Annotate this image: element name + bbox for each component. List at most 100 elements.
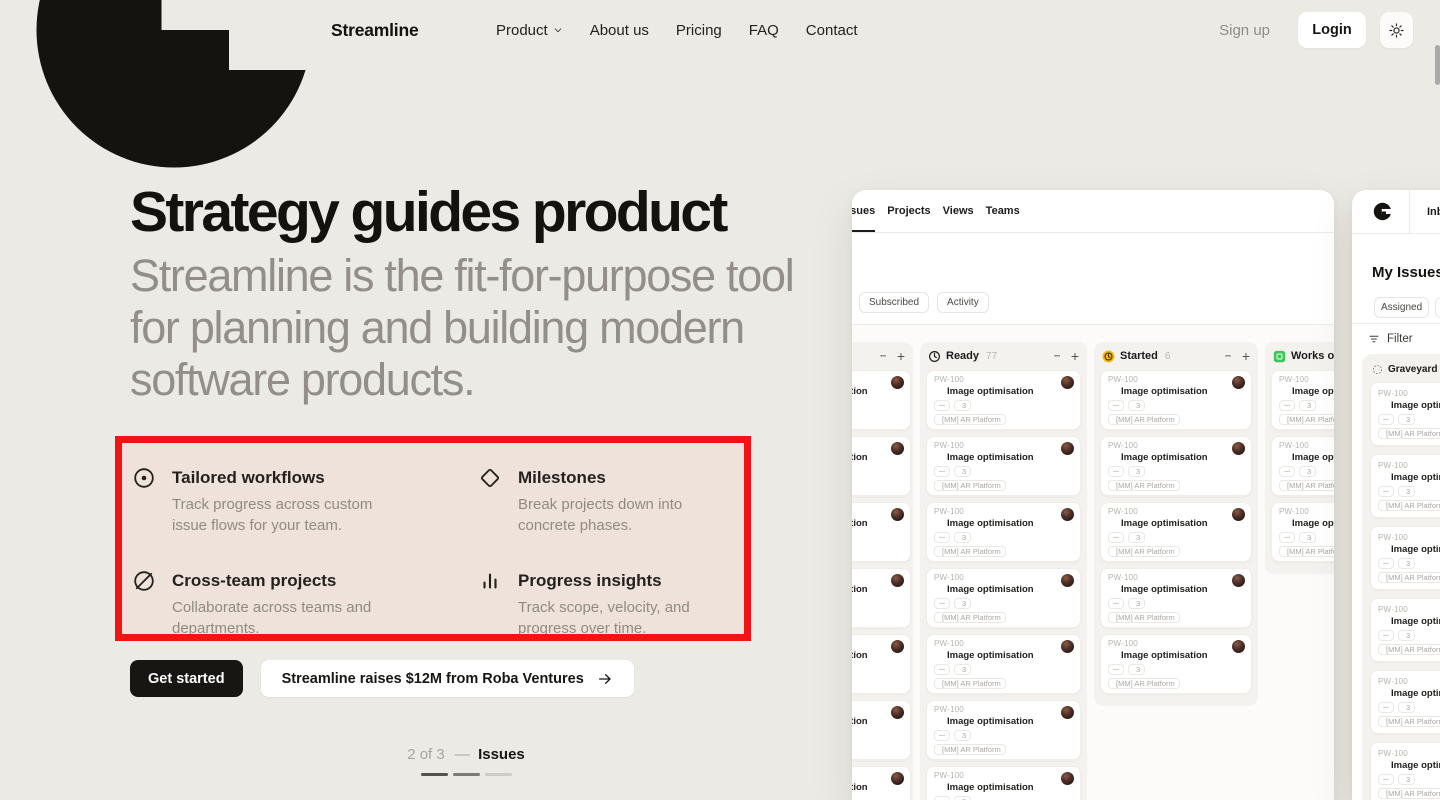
issue-id: PW-100 [934,507,1073,516]
more-badge[interactable]: ··· [934,400,950,411]
issue-card[interactable]: PW-100 Image optimisation ··· 3 [MM] AR … [1370,454,1440,518]
tab-views[interactable]: Views [943,190,974,232]
pill-activity[interactable]: Activity [937,292,989,313]
column-count: 77 [986,351,997,362]
more-badge[interactable]: ··· [1279,532,1295,543]
more-badge[interactable]: ··· [1108,466,1124,477]
column-card-list: PW-100 Image optimisation ··· 3 [MM] AR … [920,370,1087,800]
issue-card[interactable]: PW-100 Image optimisation ··· 3 [MM] AR … [1100,634,1252,694]
issue-card[interactable]: PW-100 Image optimisation ··· 3 [MM] AR … [1100,568,1252,628]
issue-card[interactable]: PW-100 Image optimisation ··· 3 [MM] AR … [1370,598,1440,662]
carousel-bar[interactable] [453,773,480,776]
pill-subscribed[interactable]: Subscribed [859,292,929,313]
issue-card[interactable]: PW-100 Image optimisation ··· 3 [MM] AR … [852,502,911,562]
kanban-column-partial: ··· + PW-100 Image optimisation ··· 3 [M… [852,342,913,800]
more-badge[interactable]: ··· [1378,414,1394,425]
issue-id: PW-100 [934,441,1073,450]
issue-title: Image optimisation [1121,386,1208,397]
issue-card[interactable]: PW-100 Image optimisation ··· 3 [MM] AR … [1100,502,1252,562]
issue-card[interactable]: PW-100 Image optimisation ··· 3 [MM] AR … [1370,670,1440,734]
issue-title: Image optimisation [947,584,1034,595]
issue-card[interactable]: PW-100 Image optimisation ··· 3 [MM] AR … [926,700,1081,760]
nav-item-about-us[interactable]: About us [590,22,649,39]
issue-card[interactable]: PW-100 Image optimisation ··· 3 [MM] AR … [926,766,1081,800]
clock-icon [1378,761,1387,770]
nav-item-faq[interactable]: FAQ [749,22,779,39]
news-banner-button[interactable]: Streamline raises $12M from Roba Venture… [261,660,634,697]
issue-card[interactable]: PW-100 Image optimisation ··· 3 [MM] AR … [1370,742,1440,800]
column-more-button[interactable]: ··· [1225,351,1231,361]
more-badge[interactable]: ··· [934,796,950,800]
more-badge[interactable]: ··· [1378,558,1394,569]
issue-card[interactable]: PW-100 Image optimisation ··· 3 [MM] AR … [926,502,1081,562]
section-name: Graveyard [1388,364,1437,375]
column-more-button[interactable]: ··· [1054,351,1060,361]
issue-card[interactable]: PW-100 Image optimisation ··· 3 [MM] AR … [852,370,911,430]
issue-card[interactable]: PW-100 Image optimisation ··· 3 [MM] AR … [926,370,1081,430]
streamline-logo[interactable]: Streamline [24,0,418,60]
more-badge[interactable]: ··· [1279,400,1295,411]
issue-card[interactable]: PW-100 Image optimisation ··· 3 [MM] AR … [1100,370,1252,430]
column-add-button[interactable]: + [1242,348,1250,364]
filter-button[interactable]: Filter [1352,324,1440,354]
column-add-button[interactable]: + [897,348,905,364]
issue-card[interactable]: PW-100 Image optimisation ··· 3 [MM] AR … [1370,382,1440,446]
issue-title: Image optimisation [1121,650,1208,661]
graveyard-section-header[interactable]: Graveyard 1 [1370,362,1440,382]
tab-projects[interactable]: Projects [887,190,930,232]
issue-card[interactable]: PW-100 Image optimisation ··· 3 [MM] AR … [926,436,1081,496]
issue-title: Image optimisation [947,650,1034,661]
issue-card[interactable]: PW-100 Image optimisation ··· 3 [MM] AR … [852,436,911,496]
clock-icon [1108,387,1117,396]
more-badge[interactable]: ··· [934,664,950,675]
nav-item-product[interactable]: Product [496,22,563,39]
assignee-avatar [1061,772,1074,785]
more-badge[interactable]: ··· [1378,702,1394,713]
tab-teams[interactable]: Teams [986,190,1020,232]
issue-id: PW-100 [1279,507,1334,516]
more-badge[interactable]: ··· [1378,630,1394,641]
issue-card[interactable]: PW-100 Image optimisation ··· 3 [MM] AR … [1370,526,1440,590]
issue-card[interactable]: PW-100 Image optimisation ··· 3 [MM] AR … [852,766,911,800]
more-badge[interactable]: ··· [1108,400,1124,411]
more-badge[interactable]: ··· [1108,532,1124,543]
issue-card[interactable]: PW-100 Image optimisation ··· 3 [MM] AR … [926,568,1081,628]
logo-text: Streamline [331,20,418,41]
carousel-bar[interactable] [485,773,512,776]
more-badge[interactable]: ··· [1108,664,1124,675]
project-badge: [MM] AR Platform [1378,500,1440,511]
more-badge[interactable]: ··· [1378,486,1394,497]
pill-assigned[interactable]: Assigned [1374,297,1429,318]
column-add-button[interactable]: + [1071,348,1079,364]
login-button[interactable]: Login [1298,12,1366,48]
page-scrollbar-thumb[interactable] [1435,45,1440,85]
carousel-bar[interactable] [421,773,448,776]
issue-id: PW-100 [934,639,1073,648]
more-badge[interactable]: ··· [934,532,950,543]
issue-card[interactable]: PW-100 Image optimisation ··· 3 [MM] AR … [926,634,1081,694]
issue-card[interactable]: PW-100 Image optimisation ··· 3 [MM] AR … [852,634,911,694]
more-badge[interactable]: ··· [934,598,950,609]
more-badge[interactable]: ··· [1279,466,1295,477]
nav-item-pricing[interactable]: Pricing [676,22,722,39]
issue-card[interactable]: PW-100 Image optimisation ··· 3 [MM] AR … [1271,436,1334,496]
nav-item-contact[interactable]: Contact [806,22,858,39]
get-started-button[interactable]: Get started [130,660,243,697]
issue-card[interactable]: PW-100 Image optimisation ··· 3 [MM] AR … [1271,370,1334,430]
issue-card[interactable]: PW-100 Image optimisation ··· 3 [MM] AR … [852,568,911,628]
issue-card[interactable]: PW-100 Image optimisation ··· 3 [MM] AR … [1271,502,1334,562]
issue-card[interactable]: PW-100 Image optimisation ··· 3 [MM] AR … [1100,436,1252,496]
issue-card[interactable]: PW-100 Image optimisation ··· 3 [MM] AR … [852,700,911,760]
more-badge[interactable]: ··· [1378,774,1394,785]
more-badge[interactable]: ··· [934,730,950,741]
more-badge[interactable]: ··· [1108,598,1124,609]
assignee-avatar [891,376,904,389]
theme-toggle-button[interactable] [1380,12,1413,48]
more-badge[interactable]: ··· [934,466,950,477]
column-more-button[interactable]: ··· [880,351,886,361]
pill-c[interactable]: C [1435,297,1440,318]
kanban-column-ready: Ready 77 ··· + PW-100 Image optimisation… [920,342,1087,800]
signup-link[interactable]: Sign up [1219,22,1270,39]
tab-inbox[interactable]: Inb [1427,206,1440,218]
tab-issues[interactable]: Issues [852,190,875,232]
